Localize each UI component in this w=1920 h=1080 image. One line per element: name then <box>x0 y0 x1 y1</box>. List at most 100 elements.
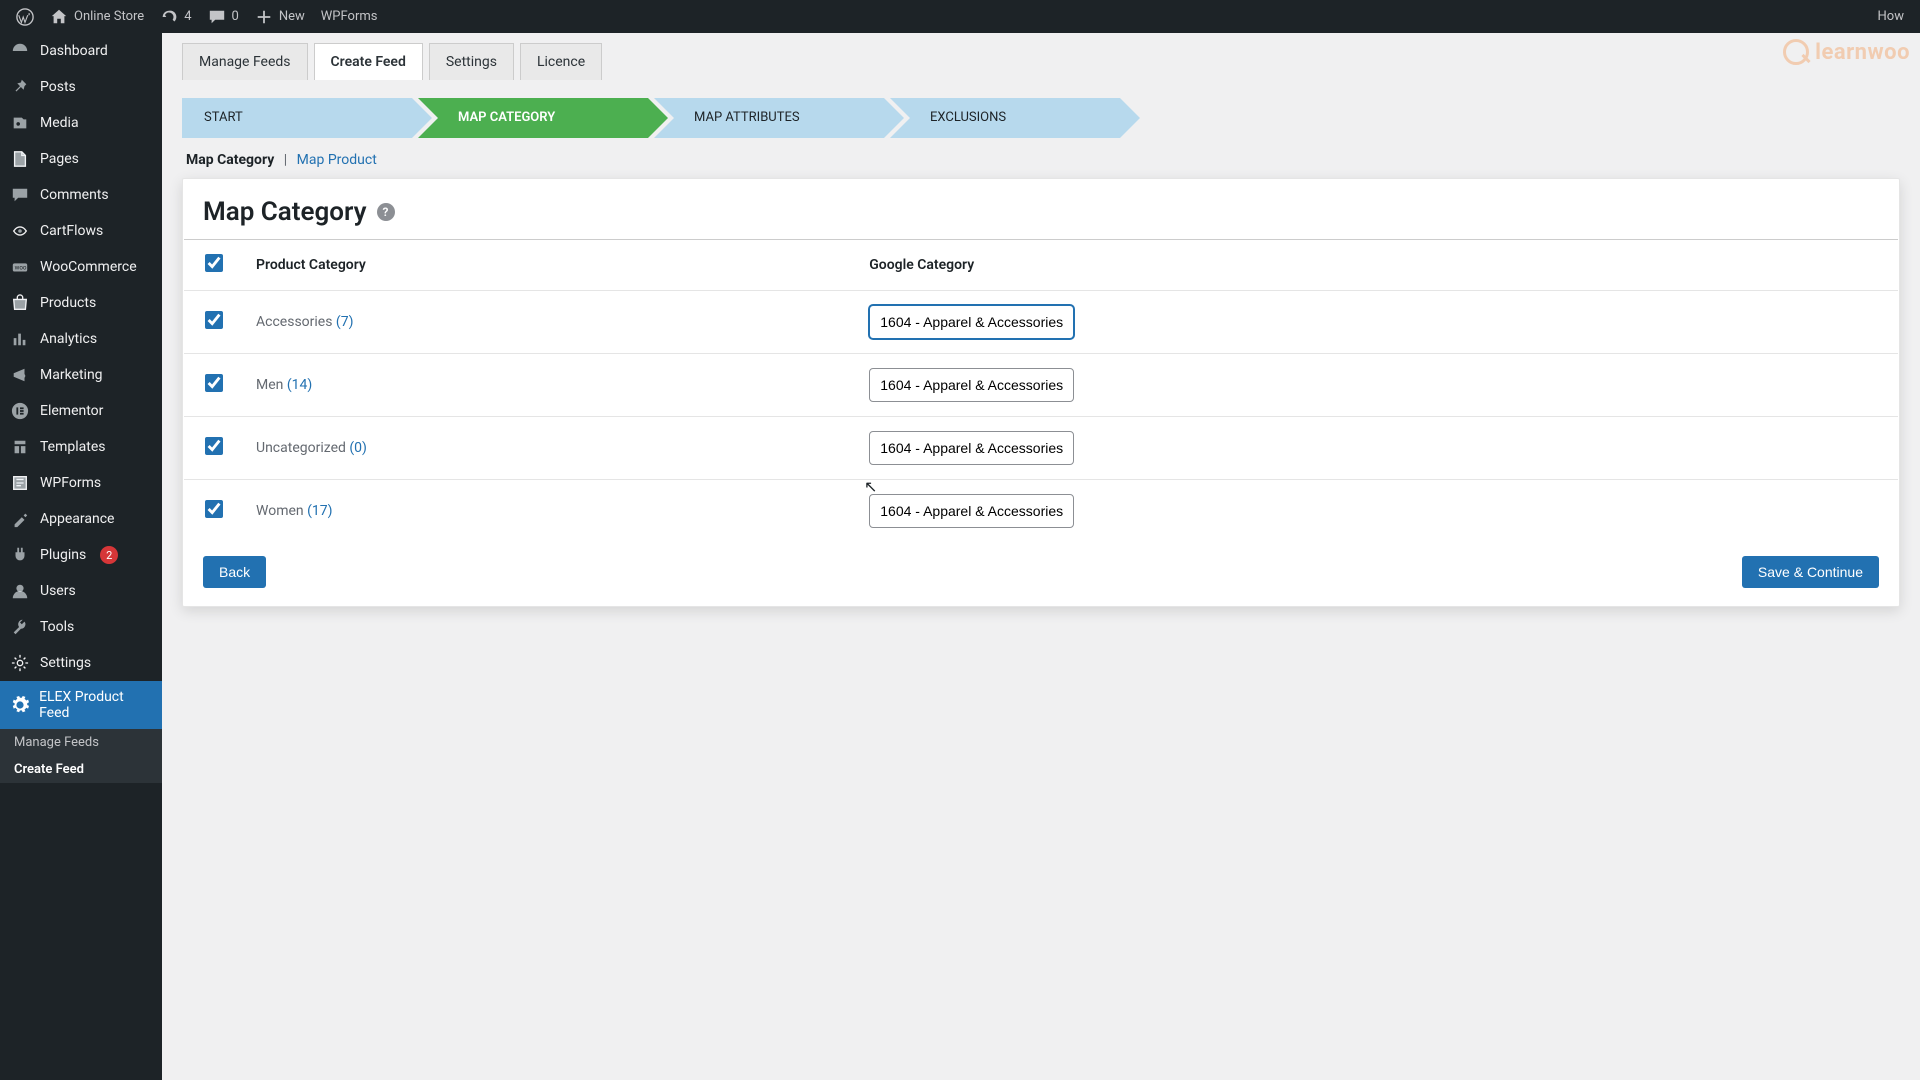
sidebar-item-appearance[interactable]: Appearance <box>0 501 162 537</box>
breadcrumb: Map Category | Map Product <box>162 148 1920 178</box>
comments-link[interactable]: 0 <box>200 0 247 33</box>
category-name: Accessories <box>256 314 336 330</box>
sidebar-item-marketing[interactable]: Marketing <box>0 357 162 393</box>
breadcrumb-link-map-product[interactable]: Map Product <box>297 152 377 168</box>
site-name-link[interactable]: Online Store <box>42 0 152 33</box>
comments-count: 0 <box>232 9 239 24</box>
sidebar-item-label: Elementor <box>40 403 103 419</box>
page-icon <box>10 149 30 169</box>
table-row: Women (17) <box>184 480 1898 543</box>
admin-bar: Online Store 4 0 New WPForms How <box>0 0 1920 33</box>
tab-manage-feeds[interactable]: Manage Feeds <box>182 43 308 80</box>
submenu-item-create-feed[interactable]: Create Feed <box>0 756 162 783</box>
sidebar-item-templates[interactable]: Templates <box>0 429 162 465</box>
sidebar-item-label: Templates <box>40 439 106 455</box>
wizard-step-map-category[interactable]: MAP CATEGORY <box>418 98 648 138</box>
row-checkbox[interactable] <box>205 374 223 392</box>
analytics-icon <box>10 329 30 349</box>
sidebar-item-wpforms[interactable]: WPForms <box>0 465 162 501</box>
sidebar-item-posts[interactable]: Posts <box>0 69 162 105</box>
column-google-category: Google Category <box>857 240 1898 291</box>
refresh-icon <box>160 8 178 26</box>
table-row: Men (14) <box>184 354 1898 417</box>
pin-icon <box>10 77 30 97</box>
category-name: Men <box>256 377 287 393</box>
submenu: Manage FeedsCreate Feed <box>0 729 162 783</box>
sidebar-item-label: Appearance <box>40 511 114 527</box>
watermark: learnwoo <box>1783 39 1910 65</box>
wpforms-adminbar-link[interactable]: WPForms <box>313 0 386 33</box>
sidebar-item-dashboard[interactable]: Dashboard <box>0 33 162 69</box>
templates-icon <box>10 437 30 457</box>
table-row: Uncategorized (0) <box>184 417 1898 480</box>
google-category-input[interactable] <box>869 368 1074 402</box>
sidebar-item-pages[interactable]: Pages <box>0 141 162 177</box>
sidebar-item-label: Posts <box>40 79 76 95</box>
updates-link[interactable]: 4 <box>152 0 199 33</box>
sidebar-item-label: Tools <box>40 619 74 635</box>
sidebar-item-settings[interactable]: Settings <box>0 645 162 681</box>
sidebar-item-label: ELEX Product Feed <box>39 689 152 721</box>
category-count: (17) <box>307 503 332 519</box>
comment-icon <box>208 8 226 26</box>
updates-count: 4 <box>184 9 191 24</box>
category-count: (14) <box>287 377 312 393</box>
category-count: (7) <box>336 314 354 330</box>
sidebar-item-products[interactable]: Products <box>0 285 162 321</box>
row-checkbox[interactable] <box>205 311 223 329</box>
back-button[interactable]: Back <box>203 556 266 588</box>
category-mapping-table: Product Category Google Category Accesso… <box>184 239 1898 542</box>
sidebar-item-label: Users <box>40 583 76 599</box>
wp-logo[interactable] <box>8 0 42 33</box>
cartflows-icon <box>10 221 30 241</box>
sidebar-item-users[interactable]: Users <box>0 573 162 609</box>
howdy-link[interactable]: How <box>1870 0 1912 33</box>
content-area: learnwoo Manage FeedsCreate FeedSettings… <box>162 33 1920 1080</box>
sidebar-item-analytics[interactable]: Analytics <box>0 321 162 357</box>
wpforms-icon <box>10 473 30 493</box>
sidebar-item-woocommerce[interactable]: wooWooCommerce <box>0 249 162 285</box>
sidebar-item-media[interactable]: Media <box>0 105 162 141</box>
new-content-link[interactable]: New <box>247 0 313 33</box>
site-name: Online Store <box>74 9 144 24</box>
plus-icon <box>255 8 273 26</box>
tab-settings[interactable]: Settings <box>429 43 514 80</box>
update-badge: 2 <box>100 546 118 564</box>
breadcrumb-separator: | <box>278 152 293 168</box>
category-count: (0) <box>349 440 367 456</box>
media-icon <box>10 113 30 133</box>
google-category-input[interactable] <box>869 305 1074 339</box>
sidebar-item-comments[interactable]: Comments <box>0 177 162 213</box>
plugins-icon <box>10 545 30 565</box>
google-category-input[interactable] <box>869 494 1074 528</box>
sidebar-item-tools[interactable]: Tools <box>0 609 162 645</box>
sidebar-item-label: CartFlows <box>40 223 103 239</box>
tab-create-feed[interactable]: Create Feed <box>314 43 423 80</box>
column-product-category: Product Category <box>244 240 857 291</box>
svg-text:woo: woo <box>15 264 27 272</box>
wizard-step-start[interactable]: START <box>182 98 412 138</box>
sidebar-item-label: Comments <box>40 187 109 203</box>
feed-tabs: Manage FeedsCreate FeedSettingsLicence <box>162 33 1920 80</box>
breadcrumb-current: Map Category <box>186 152 274 168</box>
google-category-input[interactable] <box>869 431 1074 465</box>
map-category-panel: Map Category ? Product Category Google C… <box>182 178 1900 607</box>
row-checkbox[interactable] <box>205 437 223 455</box>
select-all-checkbox[interactable] <box>205 254 223 272</box>
wizard-step-map-attributes[interactable]: MAP ATTRIBUTES <box>654 98 884 138</box>
wizard-step-exclusions[interactable]: EXCLUSIONS <box>890 98 1120 138</box>
sidebar-item-elex-product-feed[interactable]: ELEX Product Feed <box>0 681 162 729</box>
table-row: Accessories (7) <box>184 291 1898 354</box>
save-continue-button[interactable]: Save & Continue <box>1742 556 1879 588</box>
wizard-steps: STARTMAP CATEGORYMAP ATTRIBUTESEXCLUSION… <box>162 80 1920 148</box>
settings-icon <box>10 653 30 673</box>
help-icon[interactable]: ? <box>377 203 395 221</box>
page-title: Map Category ? <box>183 197 1899 239</box>
submenu-item-manage-feeds[interactable]: Manage Feeds <box>0 729 162 756</box>
row-checkbox[interactable] <box>205 500 223 518</box>
sidebar-item-elementor[interactable]: Elementor <box>0 393 162 429</box>
sidebar-item-plugins[interactable]: Plugins2 <box>0 537 162 573</box>
category-name: Uncategorized <box>256 440 349 456</box>
tab-licence[interactable]: Licence <box>520 43 602 80</box>
sidebar-item-cartflows[interactable]: CartFlows <box>0 213 162 249</box>
